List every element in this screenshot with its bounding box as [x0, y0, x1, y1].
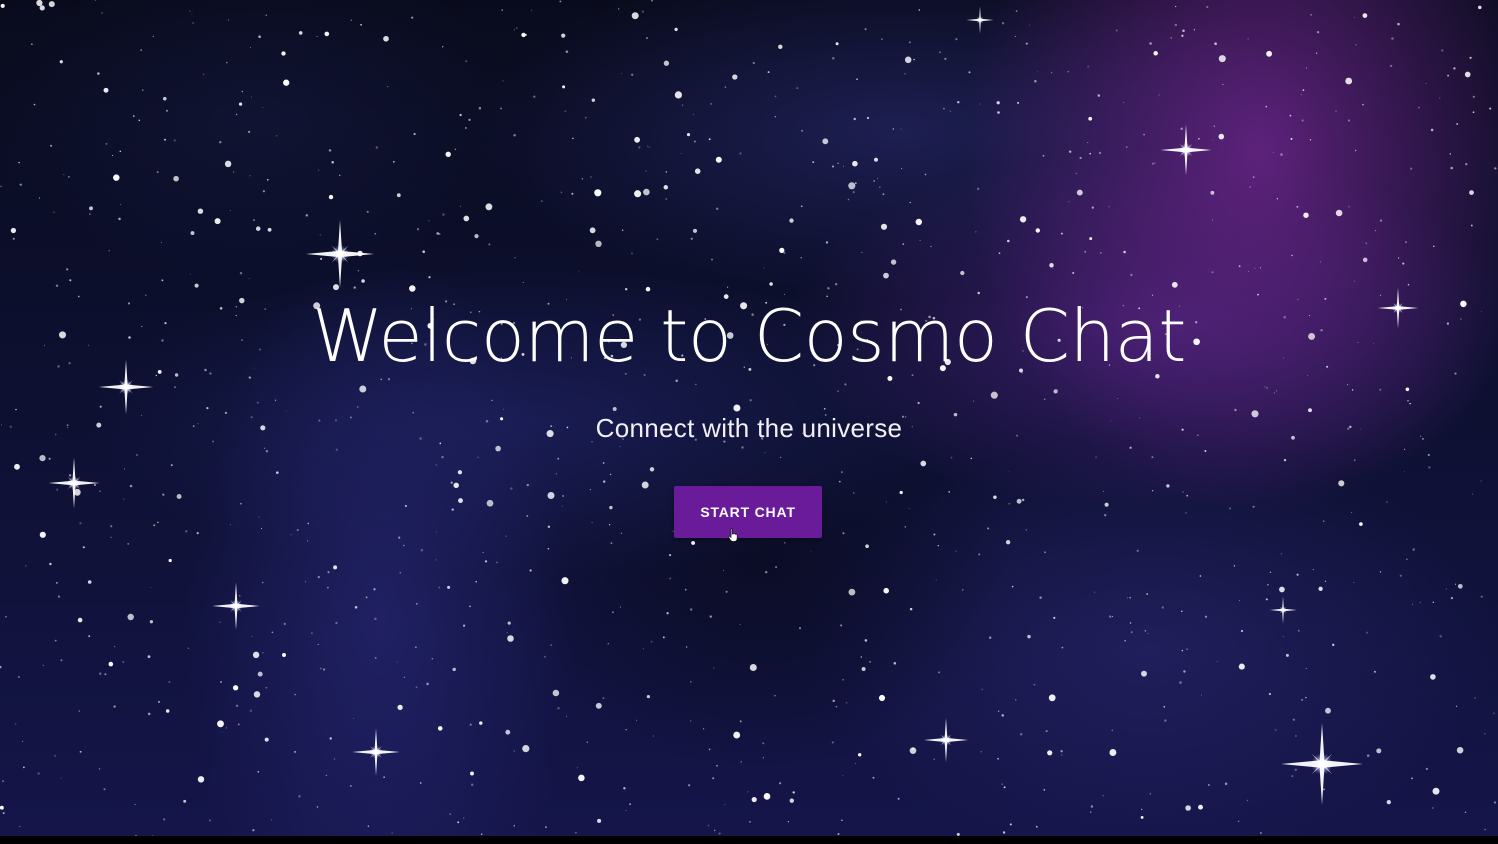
bottom-edge-bar — [0, 836, 1498, 844]
hero-section: Welcome to Cosmo Chat Connect with the u… — [0, 0, 1498, 844]
start-chat-button[interactable]: START CHAT — [674, 486, 822, 538]
landing-page: Welcome to Cosmo Chat Connect with the u… — [0, 0, 1498, 844]
page-subtitle: Connect with the universe — [595, 413, 903, 443]
page-title: Welcome to Cosmo Chat — [311, 294, 1187, 378]
